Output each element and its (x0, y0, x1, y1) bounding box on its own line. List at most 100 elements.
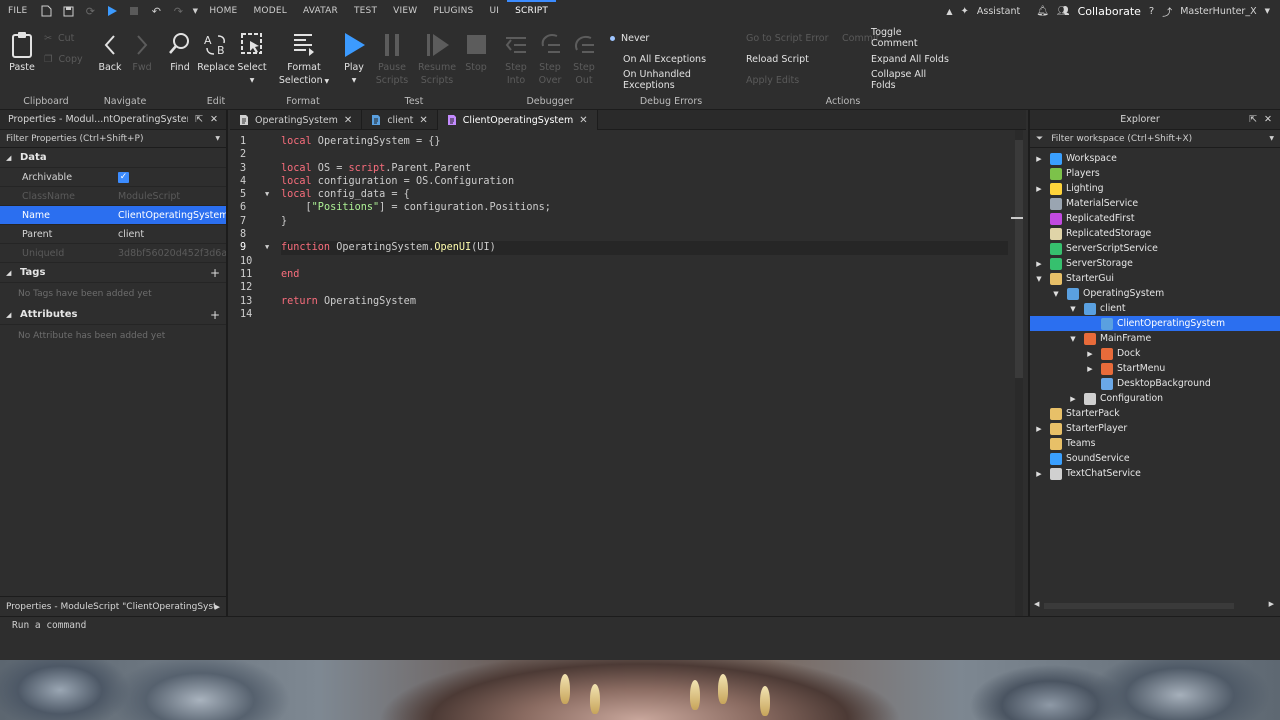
file-menu[interactable]: FILE (0, 0, 35, 22)
property-row-uniqueid[interactable]: UniqueId 3d8bf56020d452f3d6a... (0, 244, 226, 263)
redo-icon[interactable]: ↷ (167, 0, 189, 22)
step-out-button[interactable]: Step Out (564, 30, 604, 87)
share-icon[interactable]: ⤴ (1162, 4, 1172, 19)
tab-avatar[interactable]: AVATAR (295, 0, 346, 22)
tree-item[interactable]: DesktopBackground (1030, 376, 1280, 391)
tree-item[interactable]: ▼ client (1030, 301, 1280, 316)
tree-item[interactable]: ▶ Workspace (1030, 151, 1280, 166)
properties-filter-input[interactable]: Filter Properties (Ctrl+Shift+P) ▼ (0, 130, 226, 148)
collaborate-button[interactable]: Collaborate (1078, 5, 1141, 18)
reload-script-button[interactable]: Reload Script (746, 52, 809, 66)
collapse-arrow-icon[interactable]: ▼ (1068, 305, 1078, 313)
play-button[interactable]: Play ▼ (334, 30, 374, 87)
pin-icon[interactable]: ⇱ (195, 114, 203, 125)
cut-button[interactable]: ✂ Cut (44, 31, 74, 45)
expand-arrow-icon[interactable]: ▶ (1085, 365, 1095, 373)
property-row-parent[interactable]: Parent client (0, 225, 226, 244)
copy-button[interactable]: ❐ Copy (44, 52, 83, 66)
property-row-archivable[interactable]: Archivable ✓ (0, 168, 226, 187)
explorer-scrollbar[interactable]: ◀ ▶ (1034, 600, 1274, 610)
property-row-name[interactable]: Name ClientOperatingSystem (0, 206, 226, 225)
editor-scrollbar[interactable] (1011, 130, 1023, 616)
property-value[interactable]: ClientOperatingSystem (114, 210, 226, 221)
data-section[interactable]: ◢ Data (0, 148, 226, 168)
toggle-comment-button[interactable]: Toggle Comment (871, 27, 950, 49)
tree-item[interactable]: MaterialService (1030, 196, 1280, 211)
forward-button[interactable]: Fwd (122, 30, 162, 74)
scroll-left-icon[interactable]: ◀ (1034, 600, 1039, 608)
stop-icon[interactable] (123, 0, 145, 22)
tab-ui[interactable]: UI (481, 0, 507, 22)
close-icon[interactable]: ✕ (210, 114, 218, 125)
assistant-icon[interactable]: ✦ (961, 6, 969, 17)
tab-test[interactable]: TEST (346, 0, 385, 22)
tree-item[interactable]: ▶ ServerStorage (1030, 256, 1280, 271)
scrollbar-thumb[interactable] (1015, 140, 1023, 378)
resume-scripts-button[interactable]: Resume Scripts (416, 30, 458, 87)
collapse-all-folds-button[interactable]: Collapse All Folds (871, 69, 950, 91)
pin-icon[interactable]: ⇱ (1249, 114, 1257, 125)
tree-item[interactable]: SoundService (1030, 451, 1280, 466)
bell-icon[interactable]: 🔔︎ (1036, 6, 1049, 17)
properties-footer-tab[interactable]: Properties - ModuleScript "ClientOperati… (0, 596, 226, 616)
expand-arrow-icon[interactable]: ▶ (1034, 155, 1044, 163)
tags-section[interactable]: ◢ Tags + (0, 263, 226, 283)
tree-item[interactable]: ServerScriptService (1030, 241, 1280, 256)
go-to-script-error-button[interactable]: Go to Script Error (746, 31, 828, 45)
expand-arrow-icon[interactable]: ▶ (1034, 185, 1044, 193)
collaborate-icon[interactable]: 👥︎ (1057, 6, 1070, 17)
command-input[interactable]: Run a command (12, 620, 86, 631)
tab-operatingsystem[interactable]: OperatingSystem ✕ (230, 110, 363, 130)
fold-arrow-icon[interactable]: ▼ (265, 241, 269, 254)
filter-icon[interactable]: ⏷ (1036, 134, 1043, 144)
play-icon[interactable] (101, 0, 123, 22)
chevron-down-icon[interactable]: ▼ (1269, 135, 1274, 142)
tab-client[interactable]: client ✕ (362, 110, 438, 130)
collapse-arrow-icon[interactable]: ▼ (1051, 290, 1061, 298)
archivable-checkbox[interactable]: ✓ (118, 172, 129, 183)
add-tag-icon[interactable]: + (210, 266, 220, 280)
expand-all-folds-button[interactable]: Expand All Folds (871, 52, 949, 66)
close-icon[interactable]: ✕ (1264, 114, 1272, 125)
collapse-arrow-icon[interactable]: ▼ (1068, 335, 1078, 343)
save-icon[interactable] (57, 0, 79, 22)
stop-button[interactable]: Stop (456, 30, 496, 74)
username[interactable]: MasterHunter_X (1180, 6, 1256, 17)
close-icon[interactable]: ✕ (344, 115, 352, 126)
help-icon[interactable]: ? (1149, 6, 1154, 17)
tree-item[interactable]: ▼ StarterGui (1030, 271, 1280, 286)
close-icon[interactable]: ✕ (419, 115, 427, 126)
chevron-right-icon[interactable]: ▶ (215, 603, 220, 611)
never-option[interactable]: Never (610, 31, 649, 45)
tab-model[interactable]: MODEL (245, 0, 294, 22)
tree-item[interactable]: ReplicatedStorage (1030, 226, 1280, 241)
select-button[interactable]: Select ▼ (232, 30, 272, 87)
command-bar[interactable]: Run a command (0, 616, 1280, 634)
collapse-triangle-icon[interactable]: ◢ (6, 311, 20, 319)
scrollbar-thumb[interactable] (1044, 603, 1234, 609)
collapse-triangle-icon[interactable]: ◢ (6, 154, 20, 162)
unhandled-exceptions-option[interactable]: On Unhandled Exceptions (623, 69, 738, 91)
attributes-section[interactable]: ◢ Attributes + (0, 305, 226, 325)
tree-item[interactable]: ▼ MainFrame (1030, 331, 1280, 346)
caret-up-icon[interactable]: ▲ (946, 7, 952, 16)
tab-home[interactable]: HOME (201, 0, 245, 22)
paste-button[interactable]: Paste (2, 30, 42, 74)
expand-arrow-icon[interactable]: ▶ (1034, 470, 1044, 478)
tree-item[interactable]: StarterPack (1030, 406, 1280, 421)
add-attribute-icon[interactable]: + (210, 308, 220, 322)
explorer-filter-input[interactable]: ⏷ Filter workspace (Ctrl+Shift+X) ▼ (1030, 130, 1280, 148)
new-file-icon[interactable] (35, 0, 57, 22)
tab-plugins[interactable]: PLUGINS (425, 0, 481, 22)
tree-item[interactable]: ▶ Lighting (1030, 181, 1280, 196)
collapse-arrow-icon[interactable]: ▼ (1034, 275, 1044, 283)
fold-arrow-icon[interactable]: ▼ (265, 188, 269, 201)
undo-icon[interactable]: ↶ (145, 0, 167, 22)
tree-item[interactable]: ▶ StarterPlayer (1030, 421, 1280, 436)
pause-scripts-button[interactable]: Pause Scripts (372, 30, 412, 87)
find-button[interactable]: Find (160, 30, 200, 74)
tree-item[interactable]: Players (1030, 166, 1280, 181)
tree-item[interactable]: ▼ OperatingSystem (1030, 286, 1280, 301)
tree-item[interactable]: ▶ StartMenu (1030, 361, 1280, 376)
expand-arrow-icon[interactable]: ▶ (1034, 260, 1044, 268)
